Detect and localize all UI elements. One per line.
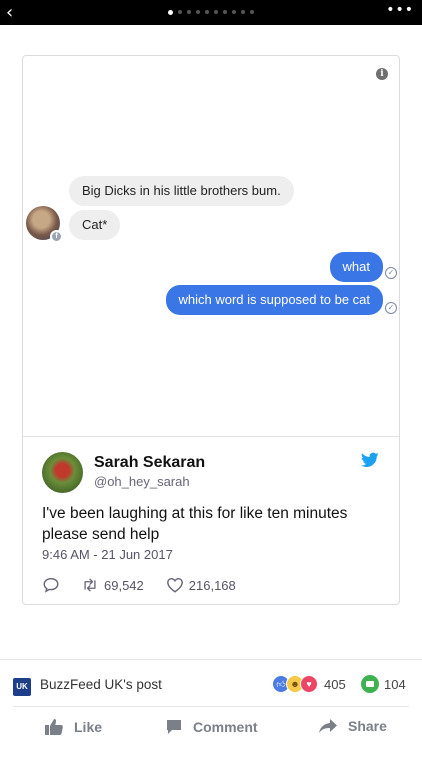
comment-button[interactable]: Comment bbox=[165, 718, 258, 736]
like-button[interactable]: Like bbox=[44, 718, 102, 736]
retweet-count: 69,542 bbox=[104, 577, 144, 593]
page-dot bbox=[168, 9, 173, 15]
tweet-actions: 69,542 216,168 bbox=[42, 575, 236, 595]
post-actions: Like Comment Share bbox=[0, 718, 422, 748]
top-bar: ‹ ••• bbox=[0, 0, 422, 25]
share-button[interactable]: Share bbox=[318, 718, 387, 734]
retweet-icon bbox=[84, 578, 96, 592]
comments-summary[interactable]: 104 bbox=[361, 675, 406, 693]
reply-icon bbox=[43, 577, 59, 593]
embedded-tweet: Sarah Sekaran @oh_hey_sarah I've been la… bbox=[23, 437, 399, 604]
outgoing-message: which word is supposed to be cat bbox=[165, 285, 383, 315]
like-tweet-button[interactable]: 216,168 bbox=[166, 576, 236, 594]
comment-count: 104 bbox=[384, 676, 406, 692]
page-dot bbox=[187, 10, 191, 14]
avatar[interactable] bbox=[42, 452, 83, 493]
share-label: Share bbox=[348, 718, 387, 734]
screenshot-card: i Big Dicks in his little brothers bum. … bbox=[22, 55, 400, 605]
page-indicator bbox=[0, 9, 422, 15]
page-dot bbox=[214, 10, 218, 14]
tweet-text: I've been laughing at this for like ten … bbox=[42, 505, 348, 543]
tweet-author-name[interactable]: Sarah Sekaran bbox=[94, 454, 205, 472]
comment-icon bbox=[167, 720, 181, 734]
reply-button[interactable] bbox=[42, 576, 65, 594]
more-options-icon[interactable]: ••• bbox=[386, 2, 414, 18]
chat-conversation: Big Dicks in his little brothers bum. Ca… bbox=[23, 56, 399, 436]
divider bbox=[13, 706, 409, 707]
read-receipt-icon: ✓ bbox=[385, 267, 397, 279]
reaction-count: 405 bbox=[324, 676, 346, 692]
heart-icon bbox=[166, 577, 183, 593]
page-dot bbox=[232, 10, 236, 14]
page-dot bbox=[196, 10, 200, 14]
reactions-summary[interactable]: 👍︎ ☻ ♥ 405 bbox=[272, 675, 346, 693]
page-dot bbox=[205, 10, 209, 14]
like-count: 216,168 bbox=[188, 577, 236, 593]
thumbs-up-icon bbox=[45, 719, 63, 735]
like-label: Like bbox=[74, 719, 103, 735]
twitter-bird-icon[interactable] bbox=[361, 452, 379, 468]
incoming-message: Cat* bbox=[69, 210, 121, 240]
page-dot bbox=[178, 10, 182, 14]
outgoing-message: what bbox=[329, 252, 383, 282]
post-footer: UK BuzzFeed UK's post 👍︎ ☻ ♥ 405 104 Lik… bbox=[0, 659, 422, 775]
share-icon bbox=[319, 719, 337, 733]
buzzfeed-logo[interactable]: UK bbox=[13, 678, 31, 696]
love-reaction-icon: ♥ bbox=[300, 675, 318, 693]
photo-viewer: i Big Dicks in his little brothers bum. … bbox=[0, 25, 422, 775]
post-source-link[interactable]: BuzzFeed UK's post bbox=[40, 677, 162, 692]
page-dot bbox=[250, 10, 254, 14]
page-dot bbox=[223, 10, 227, 14]
comment-label: Comment bbox=[193, 719, 258, 735]
read-receipt-icon: ✓ bbox=[385, 302, 397, 314]
tweet-timestamp[interactable]: 9:46 AM - 21 Jun 2017 bbox=[42, 547, 173, 562]
page-dot bbox=[241, 10, 245, 14]
tweet-author-handle[interactable]: @oh_hey_sarah bbox=[94, 474, 190, 489]
incoming-message: Big Dicks in his little brothers bum. bbox=[69, 176, 294, 206]
messenger-badge-icon: f bbox=[50, 230, 63, 243]
retweet-button[interactable]: 69,542 bbox=[81, 576, 144, 594]
comment-bubble-icon bbox=[361, 675, 379, 693]
